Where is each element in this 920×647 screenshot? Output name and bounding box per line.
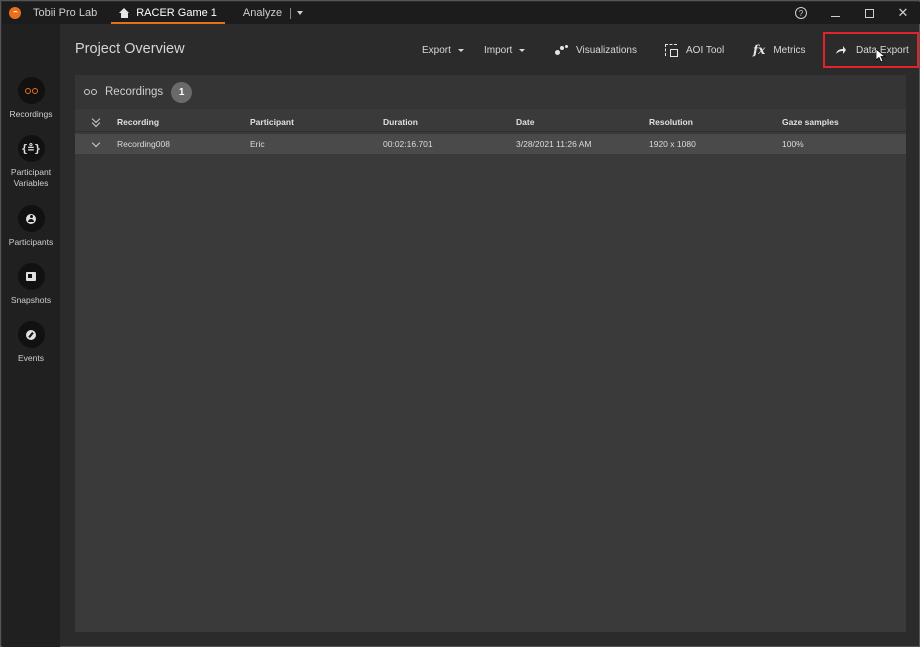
home-icon [119, 8, 130, 18]
cell-date: 3/28/2021 11:26 AM [516, 139, 592, 149]
column-header-resolution[interactable]: Resolution [649, 117, 782, 127]
minimize-icon [830, 15, 840, 17]
close-icon: ✕ [897, 5, 909, 20]
visualizations-icon [555, 45, 569, 55]
snapshots-icon [26, 272, 36, 281]
aoi-tool-label: AOI Tool [686, 44, 725, 56]
help-icon: ? [795, 7, 807, 19]
sidebar-item-participant-variables[interactable]: {≗} Participant Variables [2, 135, 60, 189]
sidebar-item-label: Participants [8, 237, 54, 247]
analyze-dropdown-icon[interactable] [297, 11, 304, 15]
sidebar-item-participants[interactable]: Participants [2, 205, 60, 248]
sidebar-item-events[interactable]: Events [2, 321, 60, 364]
import-label: Import [484, 44, 513, 56]
recordings-panel-header: Recordings 1 [75, 75, 906, 109]
column-header-date[interactable]: Date [516, 117, 649, 127]
column-header-participant[interactable]: Participant [250, 117, 383, 127]
title-bar: Tobii Pro Lab RACER Game 1 Analyze ? ✕ [2, 2, 920, 24]
sidebar-item-label: Snapshots [10, 295, 52, 305]
collapse-all-button[interactable] [75, 114, 117, 127]
panel-title: Recordings [105, 86, 164, 98]
sidebar-item-label: Recordings [9, 109, 53, 119]
tab-analyze[interactable]: Analyze [242, 7, 304, 19]
sidebar-item-label: Events [18, 353, 44, 363]
maximize-button[interactable] [852, 2, 886, 24]
app-name: Tobii Pro Lab [33, 7, 98, 19]
metrics-fx-icon: fx [753, 43, 766, 57]
cell-resolution: 1920 x 1080 [649, 139, 696, 149]
export-label: Export [422, 44, 451, 56]
visualizations-label: Visualizations [576, 44, 637, 56]
table-header: Recording Participant Duration Date Reso… [75, 113, 906, 132]
mouse-cursor-icon [876, 49, 886, 63]
cell-recording: Recording008 [117, 139, 170, 149]
sidebar-item-snapshots[interactable]: Snapshots [2, 263, 60, 306]
visualizations-button[interactable]: Visualizations [555, 34, 637, 66]
maximize-icon [864, 8, 874, 18]
metrics-label: Metrics [773, 44, 806, 56]
minimize-button[interactable] [818, 2, 852, 24]
column-header-recording[interactable]: Recording [117, 117, 250, 127]
tab-project[interactable]: RACER Game 1 [111, 2, 225, 24]
events-icon [26, 329, 36, 340]
column-header-gaze-samples[interactable]: Gaze samples [782, 117, 906, 127]
metrics-button[interactable]: fx Metrics [753, 34, 806, 66]
aoi-tool-icon [665, 44, 678, 57]
sidebar-item-label: Participant Variables [10, 167, 52, 188]
recordings-panel: Recordings 1 Recording Participant Durat… [75, 75, 906, 632]
toolbar: Export Import Visualizations AOI Tool fx… [1, 34, 920, 66]
recordings-icon [24, 87, 38, 94]
aoi-tool-button[interactable]: AOI Tool [665, 34, 724, 66]
export-menu-button[interactable]: Export [422, 34, 464, 66]
app-window: Tobii Pro Lab RACER Game 1 Analyze ? ✕ R… [0, 0, 920, 647]
analyze-tab-label: Analyze [242, 7, 283, 19]
chevron-down-icon [519, 48, 526, 52]
recordings-count-badge: 1 [171, 81, 193, 103]
participant-variables-icon: {≗} [21, 142, 41, 155]
help-button[interactable]: ? [784, 2, 818, 24]
cell-gaze-samples: 100% [782, 139, 804, 149]
cell-participant: Eric [250, 139, 265, 149]
window-controls: ? ✕ [784, 2, 920, 24]
column-header-duration[interactable]: Duration [383, 117, 516, 127]
sidebar: Recordings {≗} Participant Variables Par… [2, 24, 60, 647]
participants-icon [26, 213, 36, 224]
close-button[interactable]: ✕ [886, 2, 920, 24]
import-menu-button[interactable]: Import [484, 34, 526, 66]
expand-row-button[interactable] [75, 138, 117, 147]
chevron-down-icon [457, 48, 464, 52]
tobii-logo-icon [9, 7, 21, 19]
tab-separator [290, 7, 292, 19]
sidebar-item-recordings[interactable]: Recordings [2, 77, 60, 120]
highlight-annotation [823, 32, 919, 68]
cell-duration: 00:02:16.701 [383, 139, 433, 149]
recordings-icon [84, 89, 97, 95]
chevron-down-icon [91, 138, 101, 147]
double-chevron-down-icon [91, 114, 101, 127]
project-tab-label: RACER Game 1 [136, 7, 217, 19]
table-row[interactable]: Recording008 Eric 00:02:16.701 3/28/2021… [75, 134, 906, 154]
